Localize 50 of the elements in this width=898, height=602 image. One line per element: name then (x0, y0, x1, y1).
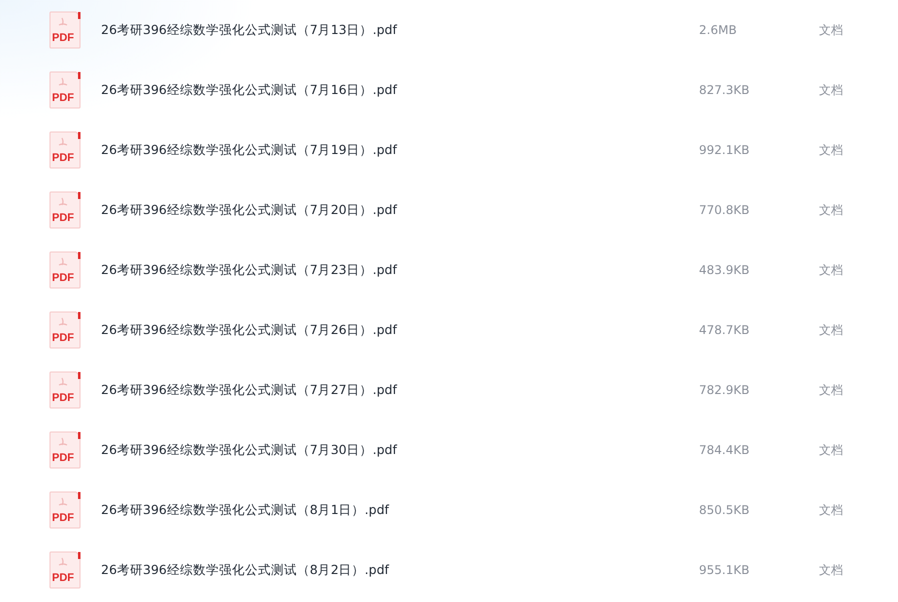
file-name[interactable]: 26考研396经综数学强化公式测试（7月13日）.pdf (101, 22, 699, 38)
file-size: 827.3KB (699, 83, 750, 97)
file-size: 850.5KB (699, 503, 750, 517)
file-type-label: PDF (52, 93, 74, 104)
file-type-label: PDF (52, 393, 74, 404)
file-type: 文档 (819, 442, 843, 458)
file-type-label: PDF (52, 273, 74, 284)
file-name[interactable]: 26考研396经综数学强化公式测试（7月16日）.pdf (101, 82, 699, 98)
pdf-file-icon (49, 191, 81, 229)
file-type-label: PDF (52, 33, 74, 44)
file-name[interactable]: 26考研396经综数学强化公式测试（7月26日）.pdf (101, 322, 699, 338)
pdf-file-icon (49, 371, 81, 409)
pdf-file-icon (49, 491, 81, 529)
file-type: 文档 (819, 202, 843, 218)
file-type: 文档 (819, 562, 843, 578)
file-type: 文档 (819, 322, 843, 338)
file-type: 文档 (819, 262, 843, 278)
file-size: 782.9KB (699, 383, 750, 397)
file-size: 992.1KB (699, 143, 750, 157)
file-type-label: PDF (52, 213, 74, 224)
pdf-file-icon (49, 551, 81, 589)
file-type-label: PDF (52, 153, 74, 164)
pdf-file-icon (49, 251, 81, 289)
file-size: 770.8KB (699, 203, 750, 217)
file-type: 文档 (819, 502, 843, 518)
file-type-label: PDF (52, 573, 74, 584)
file-type-label: PDF (52, 513, 74, 524)
pdf-file-icon (49, 311, 81, 349)
file-type: 文档 (819, 382, 843, 398)
file-type: 文档 (819, 82, 843, 98)
file-type: 文档 (819, 142, 843, 158)
file-size: 478.7KB (699, 323, 750, 337)
file-size: 955.1KB (699, 563, 750, 577)
pdf-file-icon (49, 431, 81, 469)
file-name[interactable]: 26考研396经综数学强化公式测试（8月1日）.pdf (101, 502, 699, 518)
file-name[interactable]: 26考研396经综数学强化公式测试（7月19日）.pdf (101, 142, 699, 158)
file-name[interactable]: 26考研396经综数学强化公式测试（7月20日）.pdf (101, 202, 699, 218)
file-type-label: PDF (52, 453, 74, 464)
file-size: 784.4KB (699, 443, 750, 457)
file-name[interactable]: 26考研396经综数学强化公式测试（7月27日）.pdf (101, 382, 699, 398)
file-size: 483.9KB (699, 263, 750, 277)
pdf-file-icon (49, 131, 81, 169)
file-name[interactable]: 26考研396经综数学强化公式测试（7月23日）.pdf (101, 262, 699, 278)
pdf-file-icon (49, 71, 81, 109)
file-type: 文档 (819, 22, 843, 38)
file-name[interactable]: 26考研396经综数学强化公式测试（7月30日）.pdf (101, 442, 699, 458)
file-size: 2.6MB (699, 23, 738, 37)
file-type-label: PDF (52, 333, 74, 344)
file-name[interactable]: 26考研396经综数学强化公式测试（8月2日）.pdf (101, 562, 699, 578)
pdf-file-icon (49, 11, 81, 49)
